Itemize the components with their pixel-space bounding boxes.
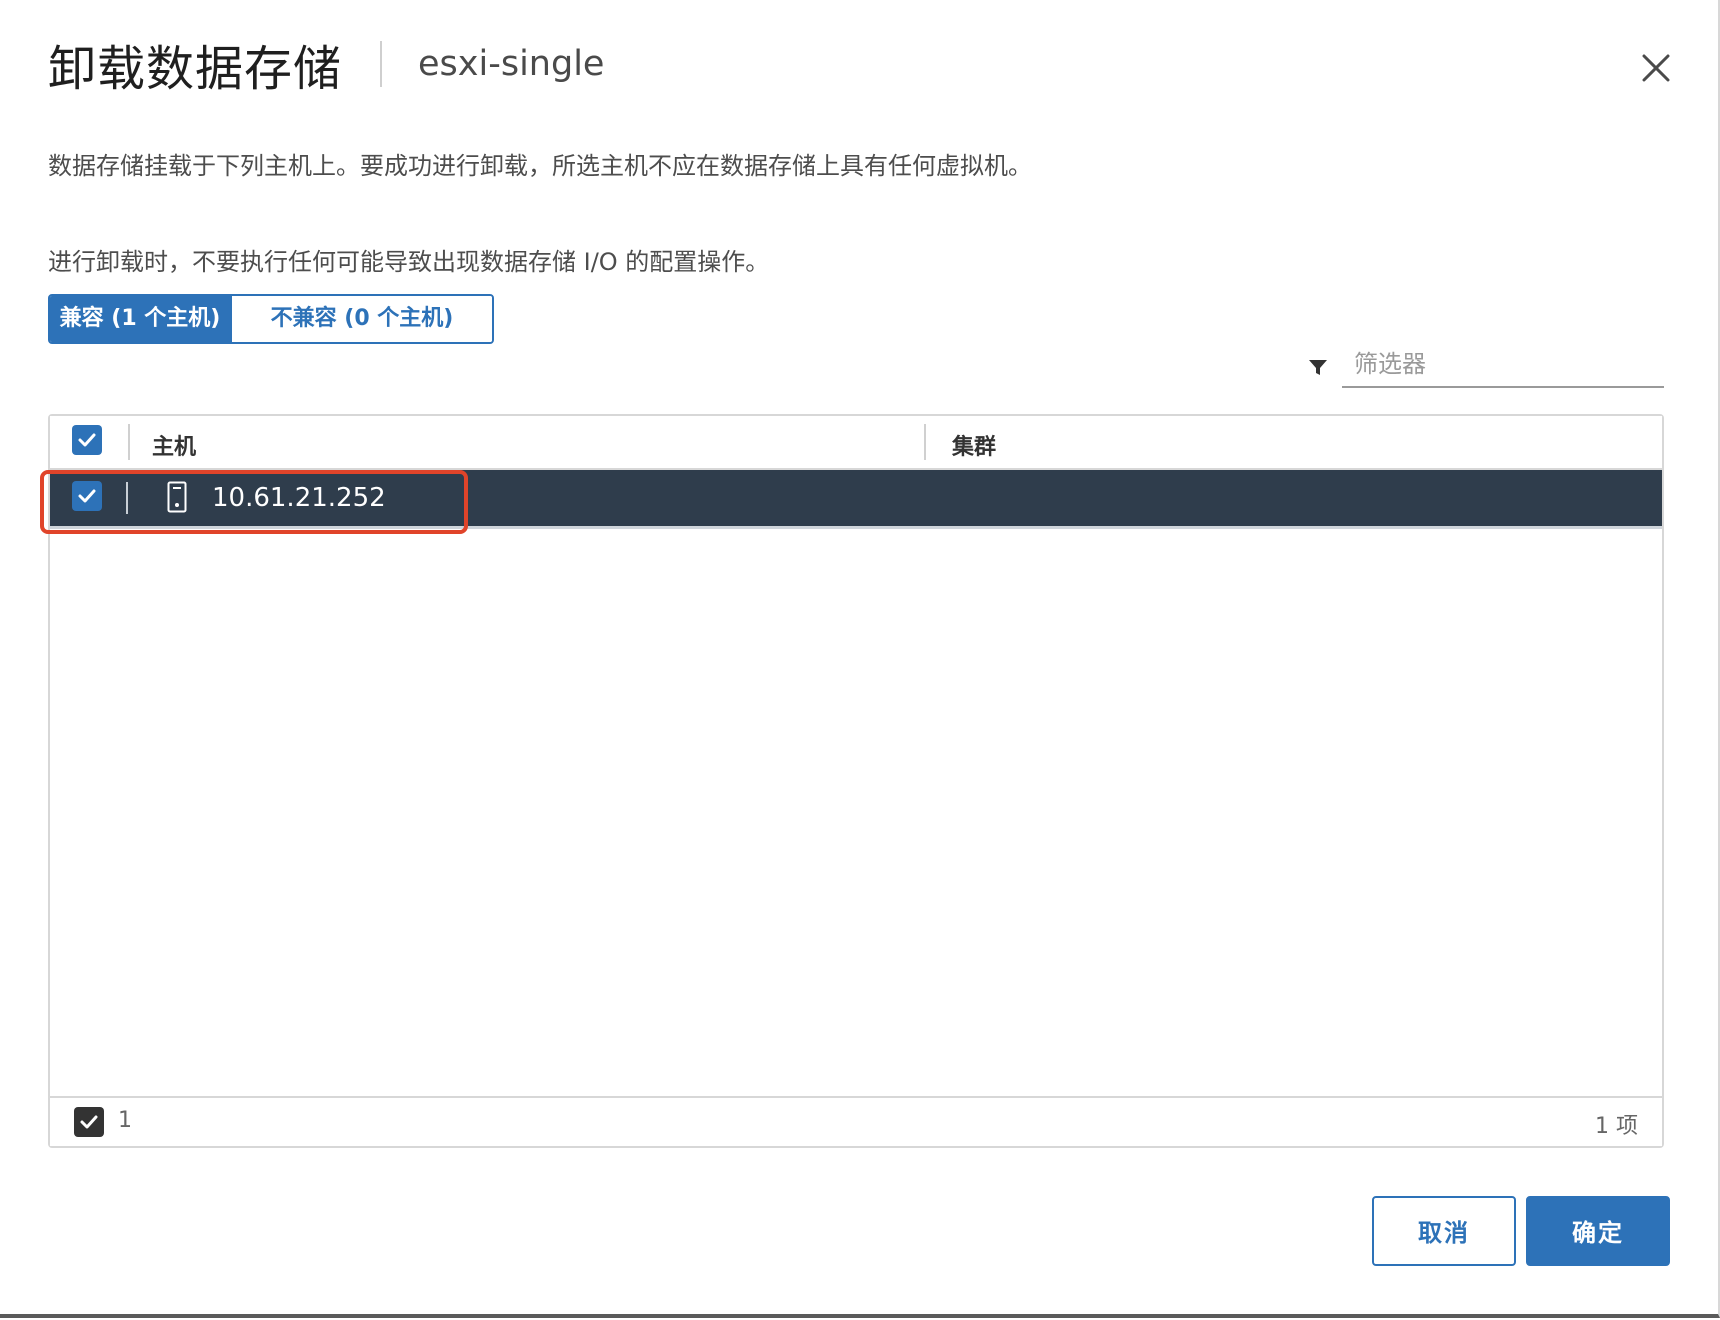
unmount-datastore-dialog: 卸载数据存储 esxi-single 数据存储挂载于下列主机上。要成功进行卸载，…	[0, 0, 1720, 1318]
row-separator	[126, 482, 128, 514]
ok-button[interactable]: 确定	[1526, 1196, 1670, 1266]
close-button[interactable]	[1636, 48, 1676, 88]
filter-icon[interactable]	[1308, 358, 1328, 378]
selection-indicator-checkbox[interactable]	[74, 1107, 104, 1137]
column-separator[interactable]	[924, 424, 926, 460]
select-all-checkbox[interactable]	[72, 425, 102, 455]
cancel-button[interactable]: 取消	[1372, 1196, 1516, 1266]
table-row[interactable]: 10.61.21.252	[50, 470, 1662, 529]
dialog-header: 卸载数据存储 esxi-single	[48, 32, 605, 97]
tab-incompatible[interactable]: 不兼容 (0 个主机)	[230, 296, 492, 342]
checkmark-icon	[78, 489, 96, 503]
dialog-title: 卸载数据存储	[48, 41, 343, 97]
host-name-cell[interactable]: 10.61.21.252	[212, 483, 386, 513]
total-items: 1 项	[1595, 1114, 1638, 1139]
compatibility-tabs: 兼容 (1 个主机) 不兼容 (0 个主机)	[48, 294, 494, 344]
grid-footer: 1 1 项	[50, 1096, 1662, 1146]
description-line-2: 进行卸载时，不要执行任何可能导致出现数据存储 I/O 的配置操作。	[48, 248, 770, 276]
filter-input[interactable]	[1342, 342, 1664, 388]
server-icon	[167, 481, 187, 513]
tab-compatible[interactable]: 兼容 (1 个主机)	[50, 296, 230, 342]
row-checkbox[interactable]	[72, 481, 102, 511]
description-line-1: 数据存储挂载于下列主机上。要成功进行卸载，所选主机不应在数据存储上具有任何虚拟机…	[48, 152, 1032, 180]
title-divider	[380, 41, 383, 87]
close-icon	[1642, 54, 1670, 82]
checkmark-icon	[78, 433, 96, 447]
checkmark-icon	[80, 1115, 98, 1129]
column-header-cluster[interactable]: 集群	[952, 429, 996, 461]
column-header-host[interactable]: 主机	[152, 429, 196, 461]
column-separator[interactable]	[128, 424, 130, 460]
selected-count: 1	[118, 1108, 132, 1133]
dialog-subtitle: esxi-single	[418, 44, 605, 84]
hosts-datagrid: 主机 集群 10.61.21.252 1 1 项	[48, 414, 1664, 1148]
grid-header: 主机 集群	[50, 416, 1662, 470]
